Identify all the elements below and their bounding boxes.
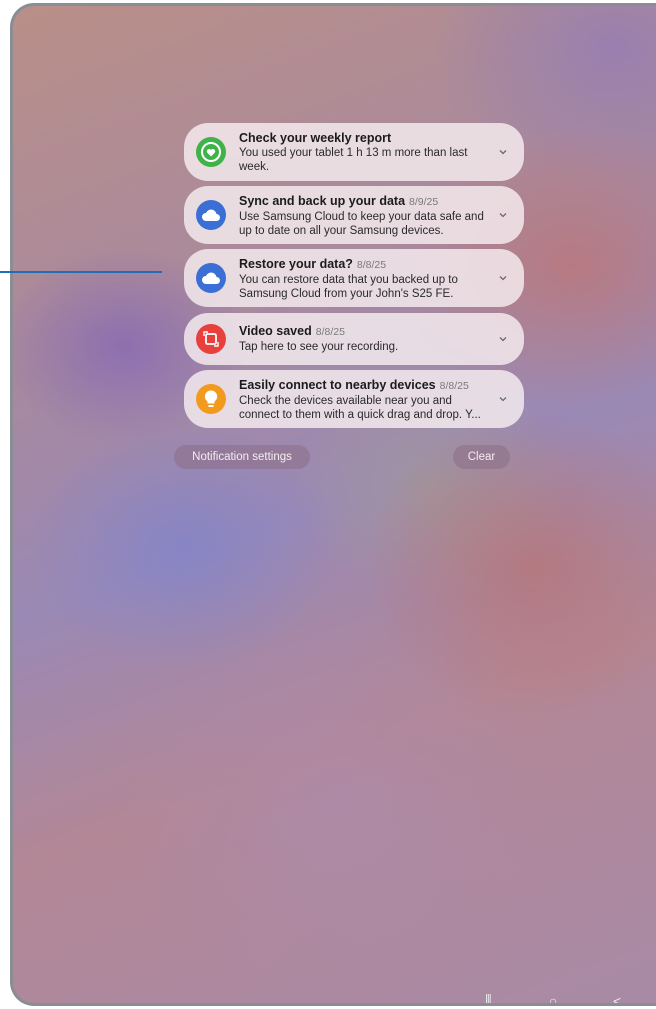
notification-weekly-report[interactable]: Check your weekly report You used your t…	[184, 123, 524, 181]
notification-date: 8/9/25	[409, 196, 439, 208]
notification-body: Tap here to see your recording.	[239, 341, 399, 353]
chevron-down-icon[interactable]	[498, 210, 508, 220]
notification-body: Check the devices available near you and…	[239, 395, 481, 421]
notification-restore-data[interactable]: Restore your data? 8/8/25 You can restore…	[184, 249, 524, 307]
notification-title: Restore your data? 8/8/25	[239, 257, 387, 271]
notification-date: 8/8/25	[439, 380, 469, 392]
notification-video-saved[interactable]: Video saved 8/8/25 Tap here to see your r…	[184, 313, 524, 365]
samsung-cloud-icon	[196, 263, 226, 293]
callout-line	[0, 271, 162, 273]
home-button[interactable]: ○	[549, 993, 557, 1003]
chevron-down-icon[interactable]	[498, 273, 508, 283]
notification-date: 8/8/25	[356, 259, 387, 271]
digital-wellbeing-icon	[196, 137, 226, 167]
notification-title: Sync and back up your data 8/9/25	[239, 194, 439, 208]
chevron-down-icon[interactable]	[498, 394, 508, 404]
clear-button[interactable]: Clear	[453, 445, 510, 469]
screen-recorder-icon	[196, 324, 226, 354]
notification-title: Video saved 8/8/25	[239, 324, 345, 338]
chevron-down-icon[interactable]	[498, 147, 508, 157]
notification-body: You used your tablet 1 h 13 m more than …	[239, 147, 468, 173]
notification-sync-backup[interactable]: Sync and back up your data 8/9/25 Use Sam…	[184, 186, 524, 244]
tablet-screen: Check your weekly report You used your t…	[10, 3, 656, 1006]
notification-body: You can restore data that you backed up …	[239, 274, 458, 300]
notification-nearby-devices[interactable]: Easily connect to nearby devices 8/8/25 C…	[184, 370, 524, 428]
notification-body: Use Samsung Cloud to keep your data safe…	[239, 211, 484, 237]
back-button[interactable]: <	[613, 993, 621, 1003]
notification-settings-button[interactable]: Notification settings	[174, 445, 310, 469]
chevron-down-icon[interactable]	[498, 334, 508, 344]
notification-date: 8/8/25	[315, 326, 345, 338]
notification-title: Check your weekly report	[239, 131, 392, 145]
lightbulb-icon	[196, 384, 226, 414]
recents-button[interactable]: |||	[485, 993, 492, 1003]
notification-title: Easily connect to nearby devices 8/8/25	[239, 378, 469, 392]
samsung-cloud-icon	[196, 200, 226, 230]
